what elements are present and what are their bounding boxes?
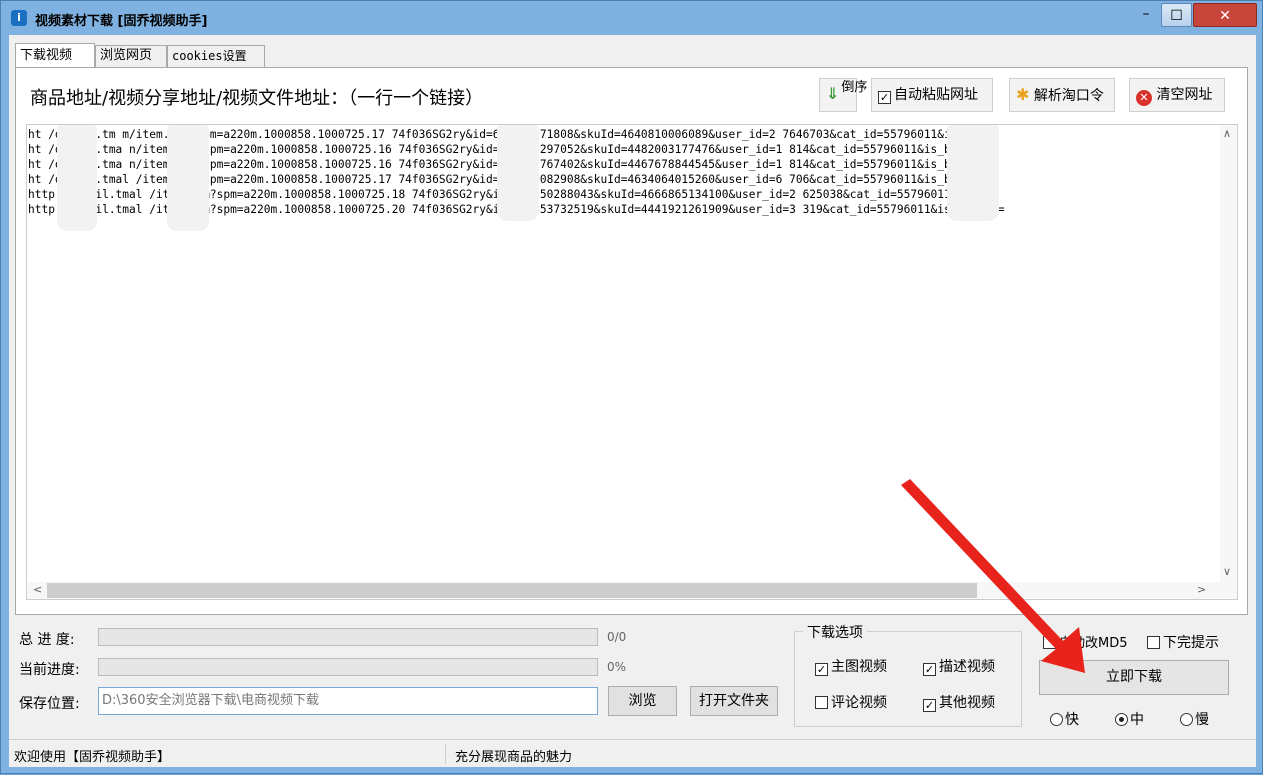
parse-label: 解析淘口令 — [1033, 88, 1104, 104]
maximize-button[interactable]: ☐ — [1161, 3, 1192, 27]
scroll-down-icon[interactable]: ∨ — [1223, 565, 1231, 578]
app-icon: i — [11, 10, 27, 26]
url-textarea[interactable]: ht /detail.tm m/item.htm?spm=a220m.10008… — [26, 124, 1238, 600]
main-video-label: 主图视频 — [831, 659, 887, 675]
parse-taokouling-button[interactable]: ✱ 解析淘口令 — [1009, 78, 1115, 112]
current-progress-bar — [98, 658, 598, 676]
total-progress-label: 总 进 度: — [19, 632, 75, 648]
radio-icon — [1050, 713, 1063, 726]
auto-paste-checkbox[interactable]: ✓ 自动粘贴网址 — [871, 78, 993, 112]
check-icon: ✓ — [815, 663, 828, 676]
minimize-button[interactable]: – — [1132, 2, 1160, 28]
asterisk-icon: ✱ — [1016, 85, 1030, 104]
clear-urls-button[interactable]: ✕ 清空网址 — [1129, 78, 1225, 112]
review-video-label: 评论视频 — [831, 695, 887, 711]
auto-md5-checkbox[interactable]: 自动改MD5 — [1043, 632, 1128, 651]
horizontal-scrollbar[interactable]: < > — [27, 582, 1237, 599]
app-window: i 视频素材下载 [固乔视频助手] – ☐ ✕ 下载视频 浏览网页 cookie… — [0, 0, 1263, 774]
browse-button[interactable]: 浏览 — [608, 686, 677, 716]
radio-icon — [1180, 713, 1193, 726]
status-welcome: 欢迎使用【固乔视频助手】 — [14, 750, 171, 765]
radio-selected-icon — [1115, 713, 1128, 726]
client-area: 下载视频 浏览网页 cookies设置 商品地址/视频分享地址/视频文件地址：（… — [9, 35, 1256, 767]
clear-x-icon: ✕ — [1136, 90, 1152, 106]
speed-slow-radio[interactable]: 慢 — [1180, 709, 1209, 729]
done-prompt-checkbox[interactable]: 下完提示 — [1147, 632, 1219, 652]
current-progress-label: 当前进度: — [19, 662, 80, 678]
reverse-order-button[interactable]: ⇓ 倒序 — [819, 78, 867, 112]
download-now-button[interactable]: 立即下载 — [1039, 660, 1229, 695]
save-location-label: 保存位置: — [19, 696, 80, 712]
status-bar: 欢迎使用【固乔视频助手】 充分展现商品的魅力 — [9, 739, 1256, 767]
title-bar[interactable]: i 视频素材下载 [固乔视频助手] – ☐ ✕ — [1, 1, 1262, 35]
address-label: 商品地址/视频分享地址/视频文件地址：（一行一个链接） — [30, 88, 484, 109]
auto-md5-label: 自动改MD5 — [1059, 636, 1128, 651]
auto-paste-check-icon: ✓ — [878, 91, 891, 104]
tab-cookies-settings[interactable]: cookies设置 — [167, 45, 265, 67]
status-slogan: 充分展现商品的魅力 — [455, 750, 573, 765]
download-options-group: 下载选项 ✓ 主图视频 ✓ 描述视频 评论视频 ✓ 其他视频 — [794, 622, 1022, 727]
current-progress-value: 0% — [607, 660, 627, 674]
redaction-blur — [497, 125, 539, 221]
vertical-scrollbar[interactable]: ∧ ∨ — [1220, 125, 1237, 583]
main-video-checkbox[interactable]: ✓ 主图视频 — [815, 656, 887, 676]
auto-paste-label: 自动粘贴网址 — [894, 87, 978, 103]
open-folder-button[interactable]: 打开文件夹 — [690, 686, 778, 716]
scroll-up-icon[interactable]: ∧ — [1223, 127, 1231, 140]
horizontal-scroll-thumb[interactable] — [47, 583, 977, 598]
empty-check-icon — [1043, 636, 1056, 649]
total-progress-bar — [98, 628, 598, 646]
save-path-input[interactable]: D:\360安全浏览器下载\电商视频下载 — [98, 687, 598, 715]
scroll-right-icon[interactable]: > — [1197, 583, 1206, 596]
speed-fast-label: 快 — [1065, 712, 1079, 728]
redaction-blur — [167, 125, 209, 231]
done-prompt-label: 下完提示 — [1163, 635, 1219, 651]
scroll-left-icon[interactable]: < — [33, 583, 42, 596]
window-title: 视频素材下载 [固乔视频助手] — [35, 14, 208, 29]
other-video-checkbox[interactable]: ✓ 其他视频 — [923, 692, 995, 712]
empty-check-icon — [815, 696, 828, 709]
desc-video-checkbox[interactable]: ✓ 描述视频 — [923, 656, 995, 676]
review-video-checkbox[interactable]: 评论视频 — [815, 692, 887, 712]
status-divider — [445, 744, 446, 764]
arrow-down-icon: ⇓ — [826, 84, 840, 103]
close-button[interactable]: ✕ — [1193, 3, 1257, 27]
redaction-blur — [57, 125, 97, 231]
tab-download-video[interactable]: 下载视频 — [15, 43, 95, 67]
download-panel: 商品地址/视频分享地址/视频文件地址：（一行一个链接） ⇓ 倒序 ✓ 自动粘贴网址… — [15, 67, 1248, 615]
check-icon: ✓ — [923, 663, 936, 676]
total-progress-value: 0/0 — [607, 630, 627, 644]
reverse-order-label: 倒序 — [841, 80, 868, 95]
clear-label: 清空网址 — [1156, 87, 1213, 103]
redaction-blur — [947, 125, 999, 221]
download-options-title: 下载选项 — [803, 622, 867, 642]
tab-browse-web[interactable]: 浏览网页 — [95, 45, 167, 67]
empty-check-icon — [1147, 636, 1160, 649]
speed-fast-radio[interactable]: 快 — [1050, 709, 1079, 729]
speed-mid-radio[interactable]: 中 — [1115, 709, 1144, 729]
speed-slow-label: 慢 — [1195, 712, 1209, 728]
desc-video-label: 描述视频 — [939, 659, 995, 675]
other-video-label: 其他视频 — [939, 695, 995, 711]
speed-mid-label: 中 — [1130, 712, 1144, 728]
check-icon: ✓ — [923, 699, 936, 712]
